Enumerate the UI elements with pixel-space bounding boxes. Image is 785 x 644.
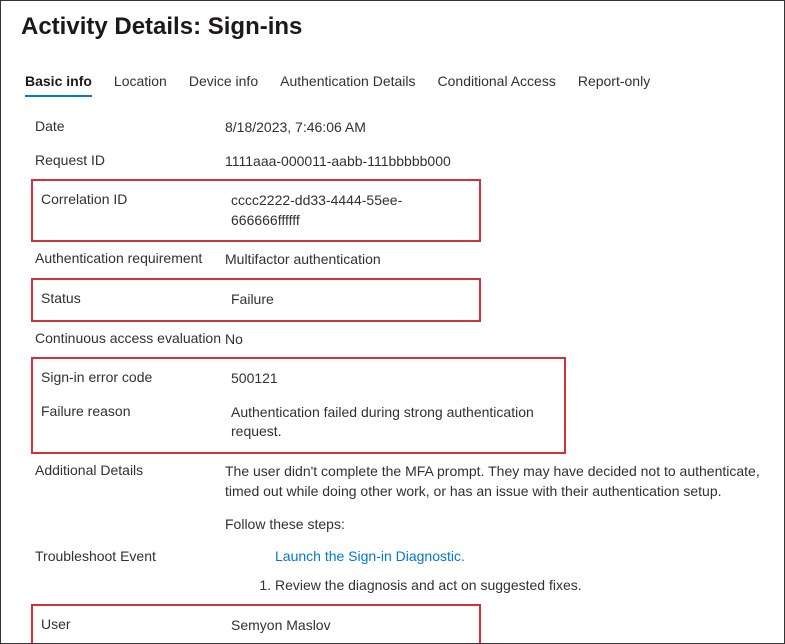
tab-report-only[interactable]: Report-only: [578, 69, 650, 97]
tabs: Basic info Location Device info Authenti…: [21, 69, 764, 97]
value-request-id: 1111aaa-000011-aabb-111bbbbb000: [225, 152, 760, 172]
activity-details-panel: Activity Details: Sign-ins Basic info Lo…: [0, 0, 785, 644]
highlight-correlation-id: Correlation ID cccc2222-dd33-4444-55ee-6…: [31, 179, 481, 242]
basic-info-content: Date 8/18/2023, 7:46:06 AM Request ID 11…: [21, 111, 764, 644]
troubleshoot-steps-list: Review the diagnosis and act on suggeste…: [225, 576, 760, 596]
label-troubleshoot: Troubleshoot Event: [35, 548, 225, 564]
row-error-code: Sign-in error code 500121: [37, 362, 560, 396]
row-user: User Semyon Maslov: [37, 609, 475, 643]
value-status: Failure: [231, 290, 471, 310]
label-date: Date: [35, 118, 225, 134]
launch-signin-diagnostic-link[interactable]: Launch the Sign-in Diagnostic.: [275, 547, 760, 567]
row-request-id: Request ID 1111aaa-000011-aabb-111bbbbb0…: [31, 145, 764, 179]
label-additional-details: Additional Details: [35, 462, 225, 478]
tab-conditional-access[interactable]: Conditional Access: [438, 69, 556, 97]
value-failure-reason: Authentication failed during strong auth…: [231, 403, 556, 442]
row-cae: Continuous access evaluation No: [31, 323, 764, 357]
value-cae: No: [225, 330, 760, 350]
troubleshoot-step-1: Review the diagnosis and act on suggeste…: [275, 576, 760, 596]
row-auth-requirement: Authentication requirement Multifactor a…: [31, 243, 764, 277]
row-status: Status Failure: [37, 283, 475, 317]
label-status: Status: [41, 290, 231, 306]
row-date: Date 8/18/2023, 7:46:06 AM: [31, 111, 764, 145]
value-auth-requirement: Multifactor authentication: [225, 250, 760, 270]
tab-location[interactable]: Location: [114, 69, 167, 97]
row-correlation-id: Correlation ID cccc2222-dd33-4444-55ee-6…: [37, 184, 475, 237]
label-cae: Continuous access evaluation: [35, 330, 225, 346]
value-date: 8/18/2023, 7:46:06 AM: [225, 118, 760, 138]
label-failure-reason: Failure reason: [41, 403, 231, 419]
tab-authentication-details[interactable]: Authentication Details: [280, 69, 415, 97]
label-correlation-id: Correlation ID: [41, 191, 231, 207]
value-error-code: 500121: [231, 369, 556, 389]
highlight-user-block: User Semyon Maslov Username semaslov@woo…: [31, 604, 481, 644]
label-auth-requirement: Authentication requirement: [35, 250, 225, 266]
troubleshoot-steps-label: Follow these steps:: [225, 515, 760, 535]
label-request-id: Request ID: [35, 152, 225, 168]
value-correlation-id: cccc2222-dd33-4444-55ee-666666ffffff: [231, 191, 471, 230]
label-error-code: Sign-in error code: [41, 369, 231, 385]
page-title: Activity Details: Sign-ins: [21, 13, 764, 41]
value-user-link[interactable]: Semyon Maslov: [231, 616, 471, 636]
row-failure-reason: Failure reason Authentication failed dur…: [37, 396, 560, 449]
row-additional-details: Additional Details The user didn't compl…: [31, 455, 764, 508]
tab-device-info[interactable]: Device info: [189, 69, 258, 97]
highlight-status: Status Failure: [31, 278, 481, 322]
tab-basic-info[interactable]: Basic info: [25, 69, 92, 97]
row-troubleshoot: Troubleshoot Event Follow these steps: L…: [31, 508, 764, 603]
label-user: User: [41, 616, 231, 632]
value-additional-details: The user didn't complete the MFA prompt.…: [225, 462, 760, 501]
value-troubleshoot: Follow these steps: Launch the Sign-in D…: [225, 515, 760, 596]
highlight-error: Sign-in error code 500121 Failure reason…: [31, 357, 566, 454]
